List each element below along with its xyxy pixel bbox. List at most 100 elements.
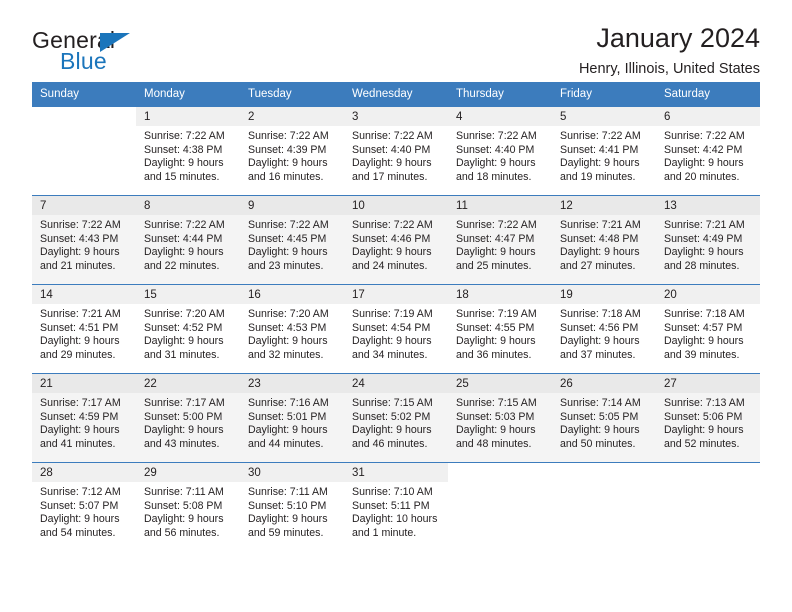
calendar-day-cell[interactable]: 31 Sunrise: 7:10 AM Sunset: 5:11 PM Dayligh…	[344, 462, 448, 551]
calendar-day-cell[interactable]: 22 Sunrise: 7:17 AM Sunset: 5:00 PM Dayligh…	[136, 373, 240, 463]
calendar-day-cell[interactable]: 21 Sunrise: 7:17 AM Sunset: 4:59 PM Dayligh…	[32, 373, 136, 463]
day-cell-content: 25 Sunrise: 7:15 AM Sunset: 5:03 PM Dayligh…	[448, 374, 552, 462]
daylight-text: Daylight: 9 hours and 32 minutes.	[248, 335, 328, 361]
sunrise-text: Sunrise: 7:10 AM	[352, 486, 433, 498]
calendar-day-cell[interactable]: 30 Sunrise: 7:11 AM Sunset: 5:10 PM Dayligh…	[240, 462, 344, 551]
day-sun-info: Sunrise: 7:19 AM Sunset: 4:55 PM Daylight:…	[448, 304, 552, 362]
calendar-day-cell[interactable]: 25 Sunrise: 7:15 AM Sunset: 5:03 PM Dayligh…	[448, 373, 552, 463]
weekday-header-tuesday: Tuesday	[240, 82, 344, 107]
calendar-day-cell[interactable]: 23 Sunrise: 7:16 AM Sunset: 5:01 PM Dayligh…	[240, 373, 344, 463]
calendar-day-cell[interactable]: 27 Sunrise: 7:13 AM Sunset: 5:06 PM Dayligh…	[656, 373, 760, 463]
calendar-day-cell[interactable]: 8 Sunrise: 7:22 AM Sunset: 4:44 PM Daylight…	[136, 195, 240, 285]
calendar-day-cell	[656, 462, 760, 551]
day-number: 16	[240, 285, 344, 304]
calendar-day-cell[interactable]: 1 Sunrise: 7:22 AM Sunset: 4:38 PM Daylight…	[136, 106, 240, 196]
calendar-day-cell[interactable]: 28 Sunrise: 7:12 AM Sunset: 5:07 PM Dayligh…	[32, 462, 136, 551]
day-number: 9	[240, 196, 344, 215]
calendar-day-cell[interactable]: 6 Sunrise: 7:22 AM Sunset: 4:42 PM Daylight…	[656, 106, 760, 196]
calendar-week-row: 28 Sunrise: 7:12 AM Sunset: 5:07 PM Dayligh…	[32, 462, 760, 551]
sunrise-text: Sunrise: 7:13 AM	[664, 397, 745, 409]
sunrise-text: Sunrise: 7:17 AM	[40, 397, 121, 409]
day-sun-info: Sunrise: 7:22 AM Sunset: 4:40 PM Daylight:…	[448, 126, 552, 184]
calendar-day-cell[interactable]: 16 Sunrise: 7:20 AM Sunset: 4:53 PM Dayligh…	[240, 284, 344, 374]
calendar-day-cell[interactable]: 4 Sunrise: 7:22 AM Sunset: 4:40 PM Daylight…	[448, 106, 552, 196]
daylight-text: Daylight: 9 hours and 25 minutes.	[456, 246, 536, 272]
calendar-week-row: 21 Sunrise: 7:17 AM Sunset: 4:59 PM Dayligh…	[32, 373, 760, 463]
day-number	[552, 463, 656, 482]
day-sun-info: Sunrise: 7:19 AM Sunset: 4:54 PM Daylight:…	[344, 304, 448, 362]
calendar-day-cell[interactable]: 17 Sunrise: 7:19 AM Sunset: 4:54 PM Dayligh…	[344, 284, 448, 374]
page-header: General Blue January 2024 Henry, Illinoi…	[32, 0, 760, 78]
calendar-day-cell[interactable]: 13 Sunrise: 7:21 AM Sunset: 4:49 PM Dayligh…	[656, 195, 760, 285]
day-sun-info: Sunrise: 7:15 AM Sunset: 5:03 PM Daylight:…	[448, 393, 552, 451]
calendar-day-cell[interactable]: 19 Sunrise: 7:18 AM Sunset: 4:56 PM Dayligh…	[552, 284, 656, 374]
day-number: 3	[344, 107, 448, 126]
daylight-text: Daylight: 9 hours and 56 minutes.	[144, 513, 224, 539]
day-cell-content: 28 Sunrise: 7:12 AM Sunset: 5:07 PM Dayligh…	[32, 463, 136, 551]
calendar-day-cell[interactable]: 20 Sunrise: 7:18 AM Sunset: 4:57 PM Dayligh…	[656, 284, 760, 374]
calendar-day-cell[interactable]: 29 Sunrise: 7:11 AM Sunset: 5:08 PM Dayligh…	[136, 462, 240, 551]
day-cell-content: 18 Sunrise: 7:19 AM Sunset: 4:55 PM Dayligh…	[448, 285, 552, 373]
calendar-day-cell[interactable]: 26 Sunrise: 7:14 AM Sunset: 5:05 PM Dayligh…	[552, 373, 656, 463]
day-number	[656, 463, 760, 482]
day-number: 1	[136, 107, 240, 126]
calendar-day-cell[interactable]: 14 Sunrise: 7:21 AM Sunset: 4:51 PM Dayligh…	[32, 284, 136, 374]
daylight-text: Daylight: 9 hours and 31 minutes.	[144, 335, 224, 361]
sunset-text: Sunset: 4:41 PM	[560, 143, 639, 156]
daylight-text: Daylight: 9 hours and 16 minutes.	[248, 157, 328, 183]
sunrise-text: Sunrise: 7:21 AM	[664, 219, 745, 231]
day-cell-content	[32, 107, 136, 195]
day-sun-info: Sunrise: 7:16 AM Sunset: 5:01 PM Daylight:…	[240, 393, 344, 451]
calendar-day-cell[interactable]: 12 Sunrise: 7:21 AM Sunset: 4:48 PM Dayligh…	[552, 195, 656, 285]
daylight-text: Daylight: 9 hours and 37 minutes.	[560, 335, 640, 361]
day-sun-info: Sunrise: 7:18 AM Sunset: 4:57 PM Daylight:…	[656, 304, 760, 362]
day-number: 5	[552, 107, 656, 126]
daylight-text: Daylight: 9 hours and 17 minutes.	[352, 157, 432, 183]
weekday-header-wednesday: Wednesday	[344, 82, 448, 107]
calendar-day-cell[interactable]: 11 Sunrise: 7:22 AM Sunset: 4:47 PM Dayligh…	[448, 195, 552, 285]
sunset-text: Sunset: 4:45 PM	[248, 232, 327, 245]
calendar-day-cell	[552, 462, 656, 551]
day-number: 12	[552, 196, 656, 215]
day-cell-content: 31 Sunrise: 7:10 AM Sunset: 5:11 PM Dayligh…	[344, 463, 448, 551]
sunset-text: Sunset: 5:11 PM	[352, 499, 430, 512]
day-cell-content: 4 Sunrise: 7:22 AM Sunset: 4:40 PM Daylight…	[448, 107, 552, 195]
calendar-table: Sunday Monday Tuesday Wednesday Thursday…	[32, 82, 760, 551]
sunset-text: Sunset: 4:48 PM	[560, 232, 639, 245]
day-cell-content	[552, 463, 656, 551]
day-number: 6	[656, 107, 760, 126]
sunrise-text: Sunrise: 7:16 AM	[248, 397, 329, 409]
sunset-text: Sunset: 4:55 PM	[456, 321, 535, 334]
calendar-day-cell[interactable]: 5 Sunrise: 7:22 AM Sunset: 4:41 PM Daylight…	[552, 106, 656, 196]
day-cell-content: 15 Sunrise: 7:20 AM Sunset: 4:52 PM Dayligh…	[136, 285, 240, 373]
day-number: 19	[552, 285, 656, 304]
sunrise-text: Sunrise: 7:12 AM	[40, 486, 121, 498]
day-number: 10	[344, 196, 448, 215]
general-blue-logo[interactable]: General Blue	[32, 24, 152, 76]
calendar-day-cell[interactable]: 7 Sunrise: 7:22 AM Sunset: 4:43 PM Daylight…	[32, 195, 136, 285]
sunset-text: Sunset: 4:52 PM	[144, 321, 223, 334]
daylight-text: Daylight: 9 hours and 20 minutes.	[664, 157, 744, 183]
calendar-day-cell[interactable]: 2 Sunrise: 7:22 AM Sunset: 4:39 PM Daylight…	[240, 106, 344, 196]
weekday-header-thursday: Thursday	[448, 82, 552, 107]
calendar-day-cell[interactable]: 9 Sunrise: 7:22 AM Sunset: 4:45 PM Daylight…	[240, 195, 344, 285]
calendar-week-row: 7 Sunrise: 7:22 AM Sunset: 4:43 PM Daylight…	[32, 195, 760, 285]
daylight-text: Daylight: 9 hours and 24 minutes.	[352, 246, 432, 272]
sunrise-text: Sunrise: 7:18 AM	[560, 308, 641, 320]
calendar-day-cell[interactable]: 24 Sunrise: 7:15 AM Sunset: 5:02 PM Dayligh…	[344, 373, 448, 463]
sunrise-text: Sunrise: 7:11 AM	[144, 486, 224, 498]
daylight-text: Daylight: 9 hours and 39 minutes.	[664, 335, 744, 361]
sunset-text: Sunset: 4:53 PM	[248, 321, 327, 334]
title-block: January 2024 Henry, Illinois, United Sta…	[579, 24, 760, 78]
sunset-text: Sunset: 4:54 PM	[352, 321, 431, 334]
sunrise-text: Sunrise: 7:22 AM	[144, 219, 225, 231]
sunrise-text: Sunrise: 7:22 AM	[352, 130, 433, 142]
calendar-day-cell[interactable]: 10 Sunrise: 7:22 AM Sunset: 4:46 PM Dayligh…	[344, 195, 448, 285]
calendar-day-cell[interactable]: 18 Sunrise: 7:19 AM Sunset: 4:55 PM Dayligh…	[448, 284, 552, 374]
day-cell-content: 20 Sunrise: 7:18 AM Sunset: 4:57 PM Dayligh…	[656, 285, 760, 373]
day-number: 24	[344, 374, 448, 393]
day-number: 22	[136, 374, 240, 393]
calendar-day-cell[interactable]: 15 Sunrise: 7:20 AM Sunset: 4:52 PM Dayligh…	[136, 284, 240, 374]
sunrise-text: Sunrise: 7:22 AM	[248, 219, 329, 231]
calendar-day-cell[interactable]: 3 Sunrise: 7:22 AM Sunset: 4:40 PM Daylight…	[344, 106, 448, 196]
